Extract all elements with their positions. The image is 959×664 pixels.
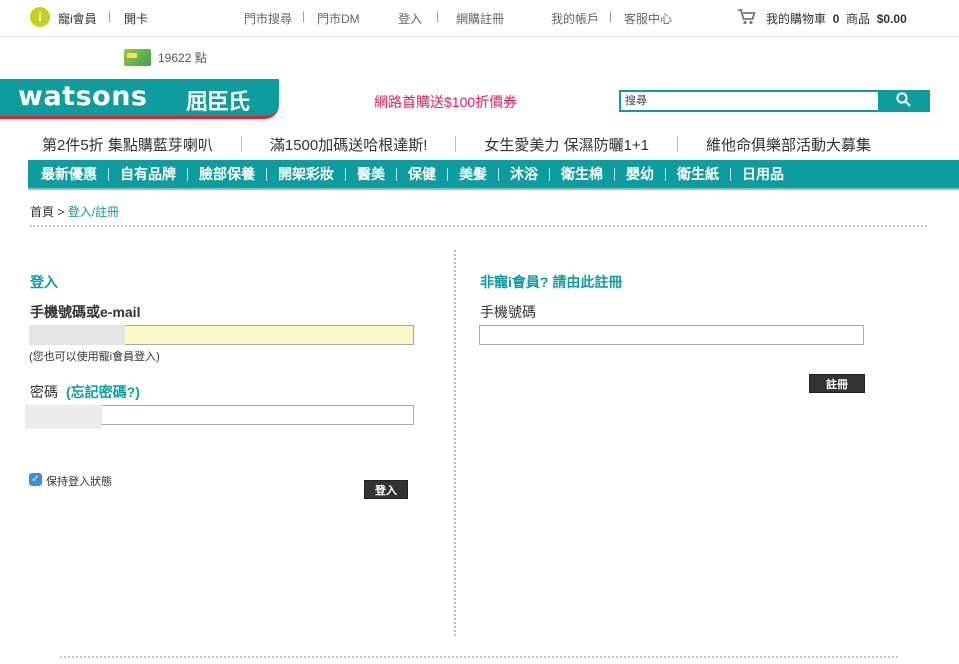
search-input[interactable] <box>623 92 878 110</box>
breadcrumb-separator: > <box>57 205 65 219</box>
logo-chinese-text: 屈臣氏 <box>186 89 250 114</box>
account-label: 手機號碼或e-mail <box>30 304 141 320</box>
banner-link[interactable]: 維他命俱樂部活動大募集 <box>706 134 871 155</box>
autofill-highlight <box>29 325 125 345</box>
cart-items-label: 商品 <box>846 12 871 26</box>
forgot-password-link[interactable]: (忘記密碼?) <box>66 384 140 400</box>
breadcrumb-current: 登入/註冊 <box>67 205 120 219</box>
cart-amount: $0.00 <box>876 12 907 26</box>
search-button[interactable] <box>878 92 928 110</box>
login-note: (您也可以使用寵i會員登入) <box>29 351 160 363</box>
nav-item[interactable]: 沐浴 <box>510 164 538 184</box>
divider <box>60 656 898 658</box>
search-box <box>619 90 930 112</box>
separator: | <box>108 9 112 23</box>
category-nav: 最新優惠 自有品牌 臉部保養 開架彩妝 醫美 保健 美髮 沐浴 衛生棉 嬰幼 衛… <box>28 160 959 190</box>
nav-item[interactable]: 保健 <box>408 164 436 184</box>
remember-me-label[interactable]: 保持登入狀態 <box>46 473 112 489</box>
column-divider <box>454 250 456 636</box>
points-value: 19622 點 <box>158 50 207 65</box>
member-link[interactable]: 寵i會員 <box>58 10 97 27</box>
divider <box>549 167 550 181</box>
nav-item[interactable]: 嬰幼 <box>626 164 654 184</box>
phone-input[interactable] <box>479 325 864 345</box>
cart-count: 0 <box>832 12 840 26</box>
divider <box>455 136 457 152</box>
login-title: 登入 <box>30 274 58 290</box>
login-link[interactable]: 登入 <box>398 10 422 27</box>
nav-item[interactable]: 臉部保養 <box>199 164 255 184</box>
phone-label: 手機號碼 <box>480 304 536 320</box>
divider <box>498 167 499 181</box>
nav-item[interactable]: 衛生棉 <box>561 164 603 184</box>
store-search-link[interactable]: 門市搜尋 <box>244 10 292 27</box>
member-card-icon <box>124 48 151 66</box>
store-dm-link[interactable]: 門市DM <box>317 10 360 27</box>
remember-me-checkbox[interactable]: ✓ <box>29 473 42 486</box>
divider <box>730 167 731 181</box>
breadcrumb: 首頁 > 登入/註冊 <box>30 203 119 220</box>
nav-item[interactable]: 自有品牌 <box>120 164 176 184</box>
signup-button[interactable]: 註冊 <box>809 374 865 393</box>
member-logo-icon: i <box>30 7 50 27</box>
separator: | <box>609 9 613 23</box>
cart-icon[interactable] <box>738 9 756 29</box>
divider <box>108 167 109 181</box>
divider <box>447 167 448 181</box>
login-button[interactable]: 登入 <box>364 480 408 499</box>
divider <box>30 225 927 227</box>
password-label: 密碼 <box>30 384 58 400</box>
nav-item[interactable]: 開架彩妝 <box>278 164 334 184</box>
divider <box>677 136 679 152</box>
separator: | <box>302 9 306 23</box>
member-points: 19622 點 <box>124 48 207 66</box>
divider <box>665 167 666 181</box>
password-label-row: 密碼 (忘記密碼?) <box>30 382 140 402</box>
nav-item[interactable]: 日用品 <box>742 164 784 184</box>
separator: | <box>436 9 440 23</box>
banner-link[interactable]: 滿1500加碼送哈根達斯! <box>270 134 428 155</box>
nav-item[interactable]: 衛生紙 <box>677 164 719 184</box>
divider <box>240 136 242 152</box>
cart-label: 我的購物車 <box>766 12 827 26</box>
logo-text: watsons <box>18 81 148 112</box>
banner-link[interactable]: 女生愛美力 保濕防曬1+1 <box>484 134 649 155</box>
open-card-link[interactable]: 開卡 <box>124 10 148 27</box>
top-bar: i 寵i會員 | 開卡 門市搜尋 | 門市DM 登入 | 網購註冊 我的帳戶 |… <box>0 0 959 37</box>
magnifier-icon <box>895 92 911 110</box>
cart-summary[interactable]: 我的購物車 0 商品 $0.00 <box>766 10 907 27</box>
watsons-logo[interactable]: watsons 屈臣氏 <box>0 79 279 119</box>
promo-banners: 第2件5折 集點購藍芽喇叭 滿1500加碼送哈根達斯! 女生愛美力 保濕防曬1+… <box>28 134 908 154</box>
promo-link[interactable]: 網路首購送$100折價券 <box>374 92 517 112</box>
nav-item[interactable]: 最新優惠 <box>41 164 97 184</box>
divider <box>266 167 267 181</box>
divider <box>396 167 397 181</box>
breadcrumb-home[interactable]: 首頁 <box>30 205 54 219</box>
register-link[interactable]: 網購註冊 <box>456 10 504 27</box>
my-account-link[interactable]: 我的帳戶 <box>551 10 599 27</box>
autofill-highlight <box>25 405 102 429</box>
divider <box>345 167 346 181</box>
divider <box>187 167 188 181</box>
nav-item[interactable]: 醫美 <box>357 164 385 184</box>
signup-title: 非寵i會員? 請由此註冊 <box>480 274 623 290</box>
banner-link[interactable]: 第2件5折 集點購藍芽喇叭 <box>42 134 213 155</box>
divider <box>614 167 615 181</box>
nav-item[interactable]: 美髮 <box>459 164 487 184</box>
customer-service-link[interactable]: 客服中心 <box>624 10 672 27</box>
